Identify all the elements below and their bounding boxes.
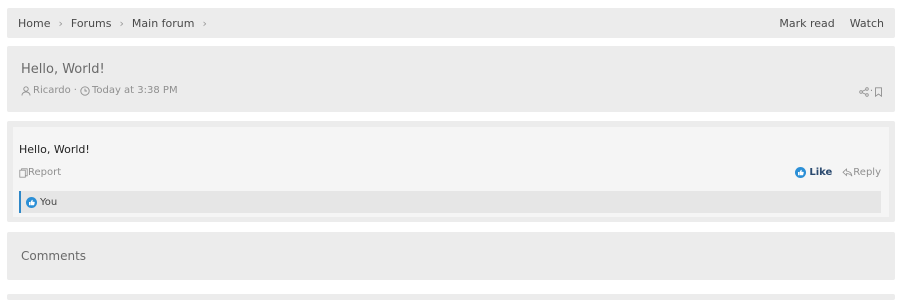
next-block — [7, 294, 895, 300]
breadcrumb: Home › Forums › Main forum › — [18, 17, 215, 30]
mark-read-button[interactable]: Mark read — [779, 17, 834, 30]
chevron-right-icon: › — [202, 16, 207, 30]
reaction-user[interactable]: You — [40, 197, 57, 208]
reactions-bar[interactable]: You — [19, 191, 881, 213]
like-icon — [26, 196, 37, 208]
user-icon — [21, 85, 33, 96]
post-body: Hello, World! — [19, 143, 90, 156]
bookmark-icon[interactable] — [874, 86, 883, 97]
reply-button[interactable]: Reply — [842, 167, 881, 178]
like-icon — [795, 167, 807, 178]
breadcrumb-forums[interactable]: Forums — [71, 17, 112, 30]
report-link[interactable]: Report — [28, 167, 61, 178]
thread-header: Hello, World! Ricardo · Today at 3:38 PM… — [7, 46, 895, 112]
thread-date[interactable]: Today at 3:38 PM — [92, 85, 178, 96]
comments-section: Comments — [7, 232, 895, 280]
breadcrumb-home[interactable]: Home — [18, 17, 50, 30]
post: Hello, World! Report Like Reply You — [7, 121, 895, 222]
chevron-right-icon: › — [119, 16, 124, 30]
report-icon — [19, 167, 28, 178]
watch-button[interactable]: Watch — [850, 17, 884, 30]
thread-title: Hello, World! — [21, 62, 105, 77]
breadcrumb-main-forum[interactable]: Main forum — [132, 17, 195, 30]
post-content: Hello, World! Report Like Reply You — [13, 127, 889, 217]
reply-icon — [842, 168, 853, 177]
clock-icon — [80, 85, 92, 96]
thread-tools: · — [859, 86, 883, 97]
thread-author[interactable]: Ricardo — [33, 85, 71, 96]
like-button[interactable]: Like — [795, 167, 832, 178]
chevron-right-icon: › — [58, 16, 63, 30]
breadcrumb-bar: Home › Forums › Main forum › Mark read W… — [7, 8, 895, 38]
share-icon[interactable] — [859, 86, 869, 97]
post-actions: Report Like Reply — [19, 167, 881, 178]
thread-meta: Ricardo · Today at 3:38 PM — [21, 85, 881, 96]
comments-title: Comments — [21, 249, 87, 263]
